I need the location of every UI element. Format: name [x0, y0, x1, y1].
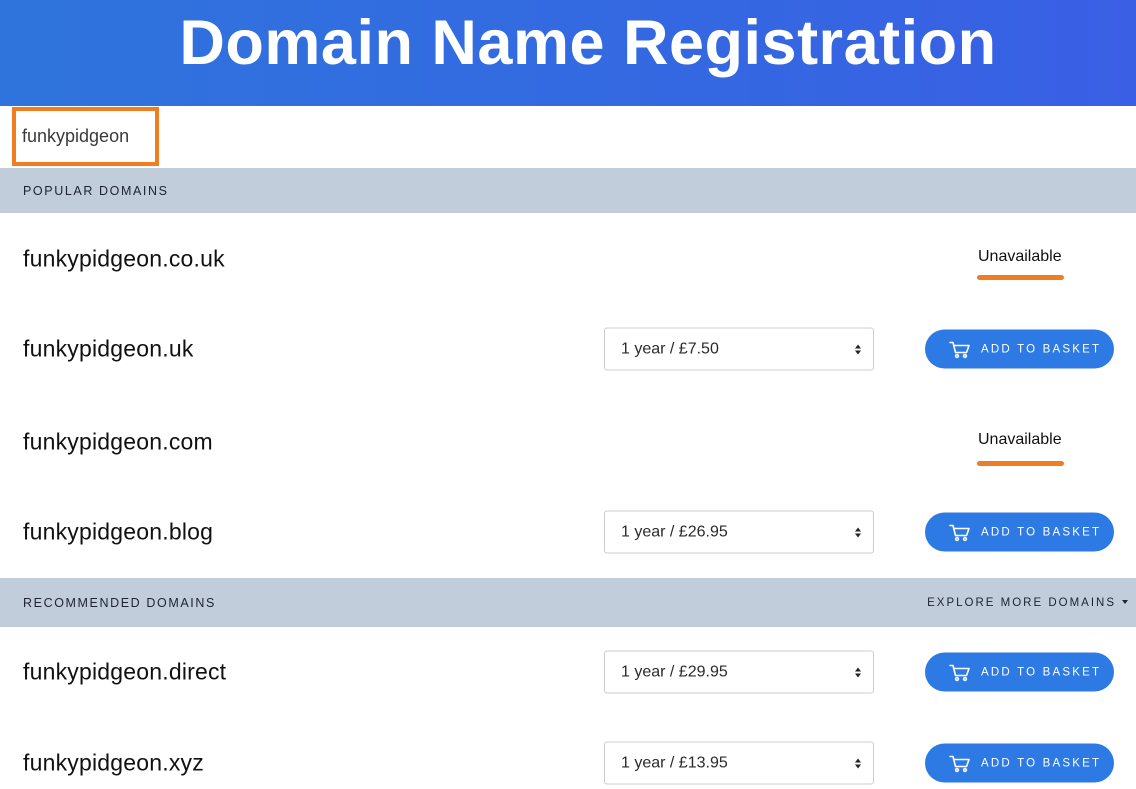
- caret-down-icon: [1122, 599, 1128, 604]
- select-arrows-icon: [855, 344, 861, 354]
- page-title: Domain Name Registration: [179, 8, 997, 78]
- unavailable-underline: [977, 275, 1064, 280]
- select-arrows-icon: [855, 667, 861, 677]
- price-select[interactable]: 1 year / £13.95: [604, 741, 874, 785]
- cart-icon: [949, 340, 971, 358]
- search-input[interactable]: [22, 126, 155, 147]
- explore-more-domains-link[interactable]: EXPLORE MORE DOMAINS: [927, 597, 1128, 609]
- unavailable-underline: [977, 461, 1064, 466]
- popular-domains-title: POPULAR DOMAINS: [23, 183, 169, 198]
- price-select[interactable]: 1 year / £29.95: [604, 650, 874, 694]
- add-to-basket-button[interactable]: ADD TO BASKET: [925, 512, 1114, 552]
- recommended-domains-header: RECOMMENDED DOMAINS EXPLORE MORE DOMAINS: [0, 578, 1136, 627]
- add-to-basket-button[interactable]: ADD TO BASKET: [925, 329, 1114, 369]
- price-select-value: 1 year / £29.95: [621, 663, 728, 680]
- add-to-basket-label: ADD TO BASKET: [981, 526, 1102, 538]
- page-header: Domain Name Registration: [0, 0, 1136, 106]
- domain-name: funkypidgeon.direct: [23, 658, 227, 685]
- cart-icon: [949, 754, 971, 772]
- domain-name: funkypidgeon.co.uk: [23, 245, 225, 272]
- add-to-basket-label: ADD TO BASKET: [981, 343, 1102, 355]
- select-arrows-icon: [855, 758, 861, 768]
- unavailable-label: Unavailable: [978, 430, 1062, 448]
- domain-row: funkypidgeon.com Unavailable: [0, 412, 1136, 472]
- price-select-value: 1 year / £7.50: [621, 340, 719, 357]
- domain-name: funkypidgeon.com: [23, 428, 213, 455]
- domain-name: funkypidgeon.xyz: [23, 749, 204, 776]
- add-to-basket-label: ADD TO BASKET: [981, 666, 1102, 678]
- domain-name: funkypidgeon.uk: [23, 335, 194, 362]
- domain-name: funkypidgeon.blog: [23, 518, 214, 545]
- search-field[interactable]: [12, 107, 159, 166]
- price-select-value: 1 year / £13.95: [621, 754, 728, 771]
- add-to-basket-label: ADD TO BASKET: [981, 757, 1102, 769]
- price-select[interactable]: 1 year / £26.95: [604, 510, 874, 554]
- select-arrows-icon: [855, 527, 861, 537]
- add-to-basket-button[interactable]: ADD TO BASKET: [925, 652, 1114, 692]
- add-to-basket-button[interactable]: ADD TO BASKET: [925, 743, 1114, 783]
- cart-icon: [949, 523, 971, 541]
- domain-row: funkypidgeon.uk 1 year / £7.50 ADD TO BA…: [0, 319, 1136, 379]
- domain-row: funkypidgeon.blog 1 year / £26.95 ADD TO…: [0, 502, 1136, 562]
- recommended-domains-title: RECOMMENDED DOMAINS: [23, 595, 216, 610]
- domain-row: funkypidgeon.direct 1 year / £29.95 ADD …: [0, 642, 1136, 702]
- cart-icon: [949, 663, 971, 681]
- explore-more-domains-label: EXPLORE MORE DOMAINS: [927, 596, 1116, 609]
- price-select-value: 1 year / £26.95: [621, 523, 728, 540]
- popular-domains-header: POPULAR DOMAINS: [0, 168, 1136, 213]
- price-select[interactable]: 1 year / £7.50: [604, 327, 874, 371]
- domain-row: funkypidgeon.co.uk Unavailable: [0, 229, 1136, 289]
- unavailable-label: Unavailable: [978, 247, 1062, 265]
- domain-row: funkypidgeon.xyz 1 year / £13.95 ADD TO …: [0, 733, 1136, 789]
